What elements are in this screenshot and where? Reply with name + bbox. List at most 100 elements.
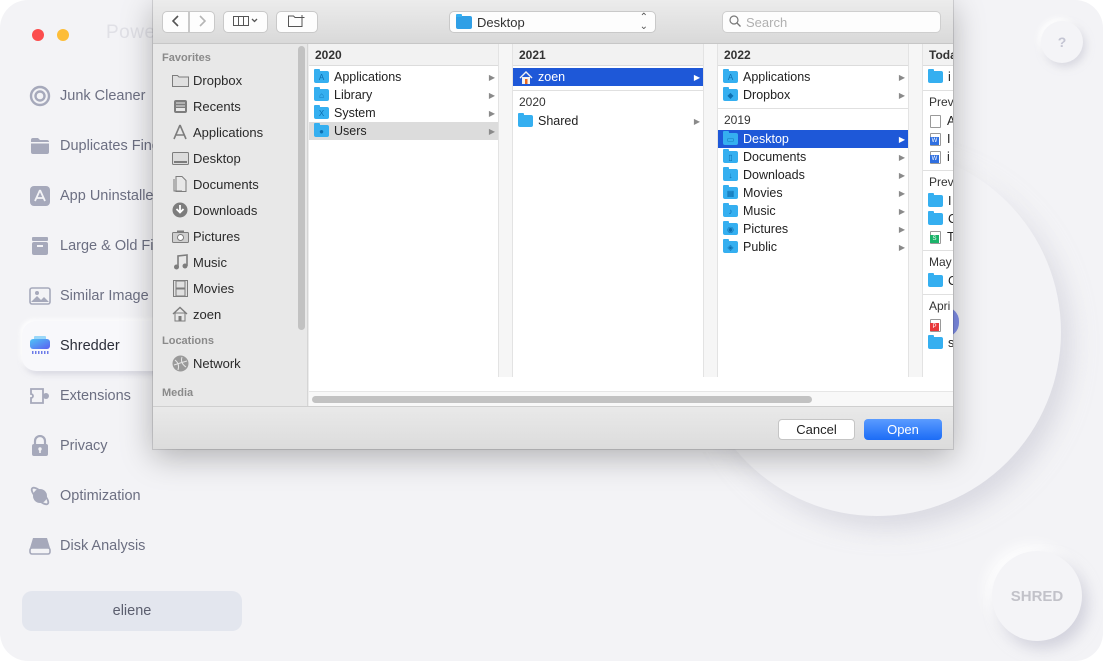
horizontal-scrollbar[interactable] <box>309 391 953 406</box>
downloads-icon <box>171 201 189 219</box>
sidebar-item-applications[interactable]: Applications <box>153 119 307 145</box>
sidebar-item-label: Music <box>193 254 227 270</box>
file-row-shared[interactable]: Shared ▶ <box>513 112 703 130</box>
file-name: zoen <box>538 70 566 84</box>
help-button[interactable]: ? <box>1041 21 1083 63</box>
sidebar-item-pictures[interactable]: Pictures <box>153 223 307 249</box>
file-row-zoen[interactable]: zoen ▶ <box>513 68 703 86</box>
sidebar-item-movies[interactable]: Movies <box>153 275 307 301</box>
sidebar-scrollbar[interactable] <box>298 46 305 330</box>
sidebar-item-music[interactable]: Music <box>153 249 307 275</box>
column-group-header: Apri <box>923 294 953 316</box>
file-row-music[interactable]: ♪ Music ▶ <box>718 202 908 220</box>
file-row[interactable]: A <box>923 112 953 130</box>
file-name: A <box>947 114 953 128</box>
column-group-header: 2019 <box>718 108 908 130</box>
column-gutter <box>909 44 923 377</box>
file-row-applications[interactable]: A Applications ▶ <box>718 68 908 86</box>
folder-icon <box>171 71 189 89</box>
file-row[interactable]: s <box>923 334 953 352</box>
sidebar-item-network[interactable]: Network <box>153 350 307 376</box>
new-folder-button[interactable] <box>276 11 318 33</box>
desktop-icon <box>171 149 189 167</box>
file-row-downloads[interactable]: ↓ Downloads ▶ <box>718 166 908 184</box>
horizontal-scroll-thumb[interactable] <box>312 396 812 403</box>
file-row-desktop[interactable]: ▭ Desktop ▶ <box>718 130 908 148</box>
sidebar-item-label: Disk Analysis <box>60 538 146 554</box>
file-row-users[interactable]: ● Users ▶ <box>309 122 498 140</box>
dialog-footer: Cancel Open <box>153 406 953 449</box>
sidebar-item-label: zoen <box>193 306 222 322</box>
file-row-documents[interactable]: ▯ Documents ▶ <box>718 148 908 166</box>
app-title: Powe <box>106 22 156 43</box>
file-name: Library <box>334 88 373 102</box>
window-controls <box>32 29 69 41</box>
columns-view-icon <box>232 15 259 29</box>
recents-icon <box>171 97 189 115</box>
folder-icon: X <box>314 105 329 119</box>
file-row[interactable]: i <box>923 68 953 86</box>
open-button[interactable]: Open <box>864 419 942 440</box>
file-icon <box>930 114 941 128</box>
minimize-window-button[interactable] <box>57 29 69 41</box>
file-row[interactable]: C <box>923 272 953 290</box>
disclosure-arrow-icon: ▶ <box>898 242 905 252</box>
shred-button[interactable]: SHRED <box>992 551 1082 641</box>
view-mode-button[interactable] <box>223 11 268 33</box>
disclosure-arrow-icon: ▶ <box>488 72 495 82</box>
image-icon <box>29 285 51 307</box>
folder-icon: A <box>314 69 329 83</box>
folder-icon: ↓ <box>723 167 738 181</box>
file-row-pictures[interactable]: ◉ Pictures ▶ <box>718 220 908 238</box>
file-row-movies[interactable]: ▦ Movies ▶ <box>718 184 908 202</box>
file-row[interactable]: C <box>923 210 953 228</box>
search-input[interactable] <box>746 14 926 30</box>
file-row[interactable]: ST <box>923 228 953 246</box>
file-name: Applications <box>743 70 811 84</box>
sidebar-item-documents[interactable]: Documents <box>153 171 307 197</box>
file-row[interactable]: P <box>923 316 953 334</box>
close-window-button[interactable] <box>32 29 44 41</box>
file-name: i <box>947 150 950 164</box>
cancel-button[interactable]: Cancel <box>778 419 855 440</box>
sidebar-item-optimization[interactable]: Optimization <box>22 471 242 521</box>
finder-sidebar: Favorites Dropbox Recents Applications Desk… <box>153 44 308 406</box>
sidebar-item-downloads[interactable]: Downloads <box>153 197 307 223</box>
music-icon <box>171 253 189 271</box>
folder-icon: ◉ <box>723 221 738 235</box>
open-file-dialog: Desktop ⌃⌄ Favorites Dropbox Recents Appli… <box>153 0 953 449</box>
column-group-header: Prev <box>923 90 953 112</box>
location-popup[interactable]: Desktop ⌃ ⌄ <box>449 11 656 33</box>
home-icon <box>171 305 189 323</box>
folder-icon: ◈ <box>723 239 738 253</box>
disclosure-arrow-icon: ▶ <box>898 188 905 198</box>
file-name: Documents <box>743 150 807 164</box>
forward-button[interactable] <box>189 11 215 33</box>
file-row-library[interactable]: ⌂ Library ▶ <box>309 86 498 104</box>
file-name: Applications <box>334 70 402 84</box>
sidebar-item-label: Privacy <box>60 438 108 454</box>
file-row-dropbox[interactable]: ◆ Dropbox ▶ <box>718 86 908 104</box>
sidebar-item-dropbox[interactable]: Dropbox <box>153 67 307 93</box>
file-name: Dropbox <box>743 88 791 102</box>
file-row-public[interactable]: ◈ Public ▶ <box>718 238 908 256</box>
column-group-header: 2022 <box>718 44 908 66</box>
back-button[interactable] <box>162 11 189 33</box>
file-name: System <box>334 106 376 120</box>
file-row[interactable]: I <box>923 192 953 210</box>
sidebar-item-zoen[interactable]: zoen <box>153 301 307 327</box>
column-group-header: May <box>923 250 953 272</box>
file-row-applications[interactable]: A Applications ▶ <box>309 68 498 86</box>
sidebar-item-recents[interactable]: Recents <box>153 93 307 119</box>
file-row[interactable]: Wi <box>923 148 953 166</box>
file-row-system[interactable]: X System ▶ <box>309 104 498 122</box>
user-account-button[interactable]: eliene <box>22 591 242 631</box>
file-row[interactable]: WI <box>923 130 953 148</box>
sidebar-item-disk-analysis[interactable]: Disk Analysis <box>22 521 242 571</box>
sidebar-item-label: Downloads <box>193 202 258 218</box>
sidebar-item-desktop[interactable]: Desktop <box>153 145 307 171</box>
file-name: T <box>947 230 953 244</box>
search-field[interactable] <box>722 11 941 33</box>
home-icon <box>518 70 533 84</box>
column-group-header: Prev <box>923 170 953 192</box>
